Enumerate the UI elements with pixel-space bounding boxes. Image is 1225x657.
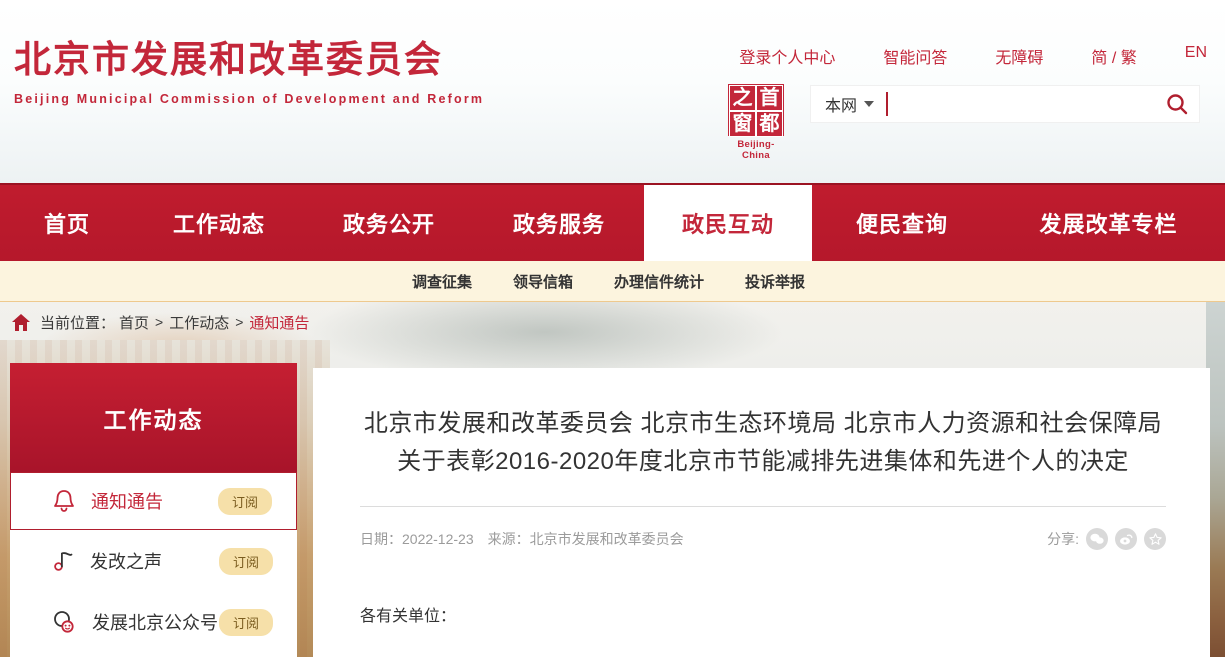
sidebar-item-label: 通知通告	[91, 488, 218, 514]
search-icon	[1165, 92, 1189, 116]
date-value: 2022-12-23	[402, 531, 474, 547]
article-title: 北京市发展和改革委员会 北京市生态环境局 北京市人力资源和社会保障局关于表彰20…	[360, 405, 1166, 481]
source-label: 来源：	[488, 531, 530, 547]
search-button[interactable]	[1155, 85, 1199, 123]
breadcrumb-separator: >	[155, 314, 163, 330]
sidebar: 工作动态 通知通告 订阅 发改之声 订阅	[10, 363, 297, 657]
source-value: 北京市发展和改革委员会	[530, 531, 684, 547]
breadcrumb-separator: >	[235, 314, 243, 330]
accessibility-link[interactable]: 无障碍	[995, 44, 1043, 68]
nav-home[interactable]: 首页	[0, 185, 134, 261]
share-bar: 分享:	[1047, 528, 1166, 550]
nav-work-news[interactable]: 工作动态	[134, 185, 304, 261]
article-body-first-line: 各有关单位：	[360, 602, 1166, 626]
nav-reform-column[interactable]: 发展改革专栏	[992, 185, 1225, 261]
music-note-icon	[52, 549, 74, 573]
nav-convenience-query[interactable]: 便民查询	[812, 185, 992, 261]
search-input[interactable]	[888, 89, 1155, 119]
english-link[interactable]: EN	[1185, 44, 1207, 68]
search-bar: 本网	[810, 85, 1200, 123]
sidebar-item-ndrc-voice[interactable]: 发改之声 订阅	[10, 530, 297, 592]
sidebar-item-notices[interactable]: 通知通告 订阅	[10, 472, 297, 530]
subscribe-button-notices[interactable]: 订阅	[218, 488, 272, 515]
seal-char: 都	[757, 112, 782, 136]
share-weibo-icon[interactable]	[1115, 528, 1137, 550]
share-wechat-icon[interactable]	[1086, 528, 1108, 550]
top-links: 登录个人中心 智能问答 无障碍 简 / 繁 EN	[739, 44, 1207, 68]
seal-icon: 之首窗都	[728, 84, 784, 136]
breadcrumb-home[interactable]: 首页	[119, 312, 149, 333]
subnav-complaints[interactable]: 投诉举报	[745, 271, 805, 292]
home-icon[interactable]	[12, 314, 30, 331]
sidebar-title-block: 工作动态	[10, 363, 297, 472]
header: 北京市发展和改革委员会 Beijing Municipal Commission…	[0, 0, 1225, 183]
seal-caption: Beijing-China	[727, 139, 785, 161]
article-panel: 北京市发展和改革委员会 北京市生态环境局 北京市人力资源和社会保障局关于表彰20…	[313, 368, 1210, 657]
article-meta-left: 日期：2022-12-23 来源：北京市发展和改革委员会	[360, 529, 684, 549]
search-scope-label: 本网	[825, 92, 857, 116]
capital-window-logo[interactable]: 之首窗都 Beijing-China	[727, 84, 785, 161]
sidebar-title: 工作动态	[104, 401, 204, 435]
seal-char: 之	[730, 86, 755, 110]
share-star-icon[interactable]	[1144, 528, 1166, 550]
sidebar-item-label: 发改之声	[90, 548, 219, 574]
wechat-icon	[52, 610, 76, 634]
sidebar-item-label: 发展北京公众号	[92, 609, 219, 635]
login-link[interactable]: 登录个人中心	[739, 44, 835, 68]
nav-gov-services[interactable]: 政务服务	[474, 185, 644, 261]
seal-char: 窗	[730, 112, 755, 136]
sidebar-item-wechat-account[interactable]: 发展北京公众号 订阅	[10, 592, 297, 652]
sidebar-menu: 通知通告 订阅 发改之声 订阅 发展北京公众号	[10, 472, 297, 657]
share-label: 分享:	[1047, 529, 1079, 549]
caret-down-icon	[864, 101, 874, 107]
breadcrumb-label: 当前位置：	[40, 312, 115, 333]
site-subtitle: Beijing Municipal Commission of Developm…	[14, 92, 484, 106]
bell-icon	[53, 489, 75, 513]
sub-nav: 调查征集 领导信箱 办理信件统计 投诉举报	[0, 261, 1225, 302]
breadcrumb-notices[interactable]: 通知通告	[249, 312, 309, 333]
site-logo[interactable]: 北京市发展和改革委员会 Beijing Municipal Commission…	[14, 38, 484, 106]
breadcrumb-work-news[interactable]: 工作动态	[169, 312, 229, 333]
subscribe-button-ndrc-voice[interactable]: 订阅	[219, 548, 273, 575]
article-meta: 日期：2022-12-23 来源：北京市发展和改革委员会 分享:	[360, 528, 1166, 550]
subnav-letter-stats[interactable]: 办理信件统计	[614, 271, 704, 292]
nav-public-interaction[interactable]: 政民互动	[644, 185, 812, 261]
main-nav: 首页 工作动态 政务公开 政务服务 政民互动 便民查询 发展改革专栏	[0, 183, 1225, 261]
divider	[360, 506, 1166, 507]
breadcrumb: 当前位置： 首页 > 工作动态 > 通知通告	[0, 302, 1225, 342]
search-scope-dropdown[interactable]: 本网	[811, 92, 886, 116]
site-title: 北京市发展和改革委员会	[14, 38, 484, 82]
subnav-leader-mailbox[interactable]: 领导信箱	[513, 271, 573, 292]
date-label: 日期：	[360, 531, 402, 547]
simplified-traditional-toggle[interactable]: 简 / 繁	[1091, 44, 1136, 68]
smart-qa-link[interactable]: 智能问答	[883, 44, 947, 68]
subnav-survey[interactable]: 调查征集	[412, 271, 472, 292]
page: 北京市发展和改革委员会 Beijing Municipal Commission…	[0, 0, 1225, 657]
nav-gov-disclosure[interactable]: 政务公开	[304, 185, 474, 261]
seal-char: 首	[757, 86, 782, 110]
subscribe-button-wechat[interactable]: 订阅	[219, 609, 273, 636]
